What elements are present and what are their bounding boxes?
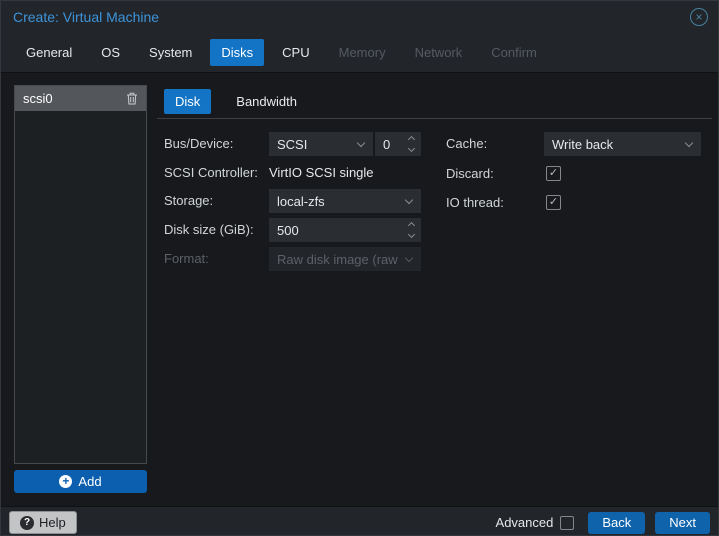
- io-thread-checkbox[interactable]: ✓: [546, 195, 561, 210]
- subtab-disk[interactable]: Disk: [164, 89, 212, 114]
- bus-device-label: Bus/Device:: [164, 136, 234, 151]
- spinner-arrows-icon[interactable]: [407, 221, 416, 239]
- tab-memory: Memory: [338, 45, 386, 60]
- close-icon[interactable]: ×: [690, 8, 708, 26]
- io-thread-label: IO thread:: [446, 195, 504, 210]
- tab-os[interactable]: OS: [90, 39, 131, 66]
- plus-circle-icon: +: [59, 475, 73, 488]
- tab-cpu[interactable]: CPU: [271, 39, 320, 66]
- next-button[interactable]: Next: [655, 511, 710, 534]
- disk-size-value: 500: [277, 222, 299, 238]
- back-button[interactable]: Back: [588, 511, 646, 534]
- chevron-down-icon: [404, 195, 414, 204]
- discard-label: Discard:: [446, 166, 494, 181]
- dialog-title: Create: Virtual Machine: [13, 9, 160, 25]
- add-button-label: Add: [78, 474, 102, 489]
- chevron-down-icon: [356, 138, 366, 147]
- disk-item-label: scsi0: [23, 91, 53, 106]
- create-vm-dialog: Create: Virtual Machine × General OS Sys…: [0, 0, 719, 536]
- help-button[interactable]: ? Help: [9, 511, 77, 534]
- format-combobox: Raw disk image (raw: [269, 247, 421, 271]
- trash-icon[interactable]: [126, 92, 138, 105]
- bus-combobox[interactable]: SCSI: [269, 132, 373, 156]
- spinner-arrows-icon[interactable]: [407, 135, 416, 153]
- bus-number-spinner[interactable]: 0: [375, 132, 421, 156]
- tab-network: Network: [414, 45, 463, 60]
- wizard-tabbar: General OS System Disks CPU Memory Netwo…: [1, 33, 718, 73]
- bus-value: SCSI: [277, 136, 308, 152]
- discard-checkbox[interactable]: ✓: [546, 166, 561, 181]
- tab-system[interactable]: System: [138, 39, 203, 66]
- disk-size-label: Disk size (GiB):: [164, 222, 254, 237]
- add-disk-button[interactable]: + Add: [14, 470, 147, 493]
- list-item-scsi0[interactable]: scsi0: [15, 86, 146, 111]
- disk-subtabs: Disk Bandwidth: [164, 89, 308, 114]
- storage-value: local-zfs: [277, 193, 325, 209]
- disk-size-spinner[interactable]: 500: [269, 218, 421, 242]
- footer-actions: Advanced Back Next: [496, 511, 710, 534]
- storage-combobox[interactable]: local-zfs: [269, 189, 421, 213]
- help-button-label: Help: [39, 515, 66, 530]
- format-value: Raw disk image (raw: [277, 251, 398, 267]
- footer-bar: ? Help Advanced Back Next: [1, 506, 718, 535]
- scsi-controller-label: SCSI Controller:: [164, 165, 258, 180]
- cache-combobox[interactable]: Write back: [544, 132, 701, 156]
- format-label: Format:: [164, 251, 209, 266]
- chevron-down-icon: [404, 253, 414, 262]
- cache-label: Cache:: [446, 136, 488, 151]
- subtab-separator: [157, 118, 712, 119]
- question-circle-icon: ?: [20, 515, 34, 530]
- scsi-controller-value: VirtIO SCSI single: [269, 165, 374, 180]
- advanced-label: Advanced: [495, 515, 554, 530]
- tab-general[interactable]: General: [15, 39, 83, 66]
- cache-value: Write back: [552, 136, 614, 152]
- disk-list: scsi0: [14, 85, 147, 464]
- advanced-checkbox[interactable]: [560, 515, 575, 530]
- bus-number-value: 0: [383, 136, 391, 152]
- titlebar: Create: Virtual Machine ×: [1, 1, 718, 33]
- tab-disks[interactable]: Disks: [210, 39, 265, 66]
- subtab-bandwidth[interactable]: Bandwidth: [225, 89, 308, 114]
- chevron-down-icon: [684, 138, 694, 147]
- storage-label: Storage:: [164, 193, 214, 208]
- tab-confirm: Confirm: [491, 45, 537, 60]
